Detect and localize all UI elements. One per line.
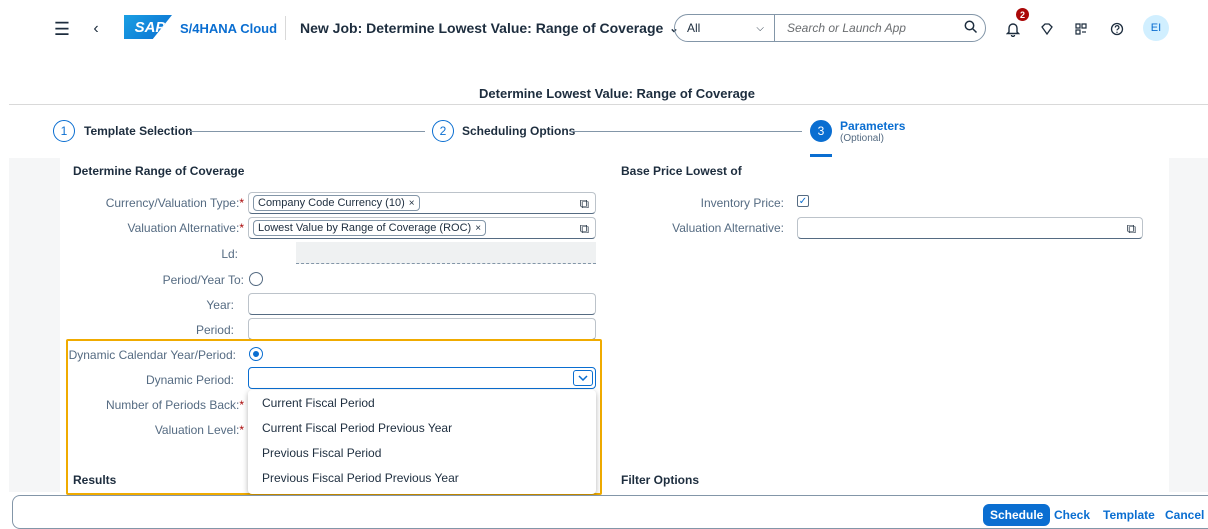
wizard-connector	[189, 131, 425, 132]
step-number: 2	[439, 124, 447, 138]
currency-multi-input[interactable]: Company Code Currency (10) × ⧉	[248, 192, 596, 214]
step-number: 3	[817, 124, 825, 138]
list-item[interactable]: Previous Fiscal Period Previous Year	[248, 465, 596, 490]
wizard-step-3[interactable]: 3	[810, 120, 832, 142]
list-item[interactable]: Current Fiscal Period Previous Year	[248, 415, 596, 440]
wizard-step-2-label[interactable]: Scheduling Options	[462, 124, 575, 138]
remove-icon[interactable]: ×	[475, 223, 481, 234]
currency-label: Currency/Valuation Type:*	[60, 196, 244, 210]
right-valalt-input[interactable]: ⧉	[797, 217, 1143, 239]
value-help-icon[interactable]: ⧉	[1127, 221, 1136, 237]
diamond-icon[interactable]	[1036, 18, 1058, 40]
search-scope-value: All	[687, 21, 701, 35]
app-title: New Job: Determine Lowest Value: Range o…	[300, 20, 664, 36]
right-valalt-label: Valuation Alternative:	[672, 221, 784, 235]
menu-icon[interactable]: ☰	[50, 18, 74, 40]
wizard-step-1[interactable]: 1	[53, 120, 75, 142]
valalt-label: Valuation Alternative:*	[60, 221, 244, 235]
currency-label-text: Currency/Valuation Type:	[105, 196, 240, 210]
search-scope-select[interactable]: All ⌵	[675, 15, 775, 41]
section-title-base-price: Base Price Lowest of	[621, 164, 742, 178]
ld-field	[296, 242, 596, 264]
product-name: S/4HANA Cloud	[180, 20, 278, 36]
list-item[interactable]: Current Fiscal Period	[248, 390, 596, 415]
bell-icon[interactable]	[1002, 18, 1024, 40]
wizard-connector	[570, 131, 802, 132]
active-step-indicator	[810, 154, 832, 157]
page-title: Determine Lowest Value: Range of Coverag…	[479, 86, 755, 101]
app-title-menu[interactable]: New Job: Determine Lowest Value: Range o…	[300, 18, 679, 38]
template-button[interactable]: Template	[1103, 504, 1155, 526]
cancel-button[interactable]: Cancel	[1165, 504, 1204, 526]
notification-badge: 2	[1016, 8, 1029, 21]
inventory-price-label: Inventory Price:	[700, 196, 784, 210]
valalt-label-text: Valuation Alternative:	[127, 221, 240, 235]
check-button[interactable]: Check	[1054, 504, 1090, 526]
remove-icon[interactable]: ×	[409, 198, 415, 209]
currency-token[interactable]: Company Code Currency (10) ×	[253, 195, 420, 211]
search-field[interactable]: All ⌵ Search or Launch App	[674, 14, 986, 42]
value-help-icon[interactable]: ⧉	[580, 221, 589, 237]
search-input[interactable]: Search or Launch App	[775, 21, 957, 35]
product-switch-icon[interactable]	[1070, 18, 1092, 40]
header-divider	[9, 104, 1208, 105]
wizard-step-2[interactable]: 2	[432, 120, 454, 142]
sap-logo[interactable]: SAP	[124, 15, 172, 39]
chevron-down-icon: ⌵	[756, 22, 764, 34]
wizard-step-3-sublabel: (Optional)	[840, 133, 884, 144]
inventory-price-checkbox[interactable]: ✓	[797, 195, 809, 207]
schedule-button[interactable]: Schedule	[983, 504, 1051, 526]
token-text: Lowest Value by Range of Coverage (ROC)	[258, 222, 472, 234]
shell-divider	[285, 16, 286, 40]
period-input[interactable]	[248, 318, 596, 340]
section-title-range: Determine Range of Coverage	[73, 164, 245, 178]
valalt-multi-input[interactable]: Lowest Value by Range of Coverage (ROC) ×…	[248, 217, 596, 239]
period-year-to-radio[interactable]	[249, 272, 263, 286]
year-label: Year:	[206, 298, 234, 312]
valalt-token[interactable]: Lowest Value by Range of Coverage (ROC) ×	[253, 220, 487, 236]
wizard-step-3-label[interactable]: Parameters	[840, 119, 905, 133]
required-marker: *	[239, 196, 244, 210]
token-text: Company Code Currency (10)	[258, 197, 405, 209]
avatar[interactable]: EI	[1143, 15, 1169, 41]
back-icon[interactable]: ‹	[86, 18, 106, 40]
period-label: Period:	[195, 323, 234, 337]
year-input[interactable]	[248, 293, 596, 315]
step-number: 1	[60, 124, 68, 138]
shell-bar: ☰ ‹ SAP S/4HANA Cloud New Job: Determine…	[0, 0, 1208, 56]
section-title-filter: Filter Options	[621, 473, 699, 487]
list-item[interactable]: Previous Fiscal Period	[248, 440, 596, 465]
wizard-step-1-label[interactable]: Template Selection	[84, 124, 192, 138]
ld-label: Ld:	[221, 247, 238, 261]
value-help-icon[interactable]: ⧉	[580, 196, 589, 212]
period-year-to-label: Period/Year To:	[162, 273, 244, 287]
required-marker: *	[239, 221, 244, 235]
search-icon[interactable]	[957, 20, 985, 37]
dynamic-period-listbox: Current Fiscal Period Current Fiscal Per…	[248, 390, 596, 494]
help-icon[interactable]	[1106, 18, 1128, 40]
